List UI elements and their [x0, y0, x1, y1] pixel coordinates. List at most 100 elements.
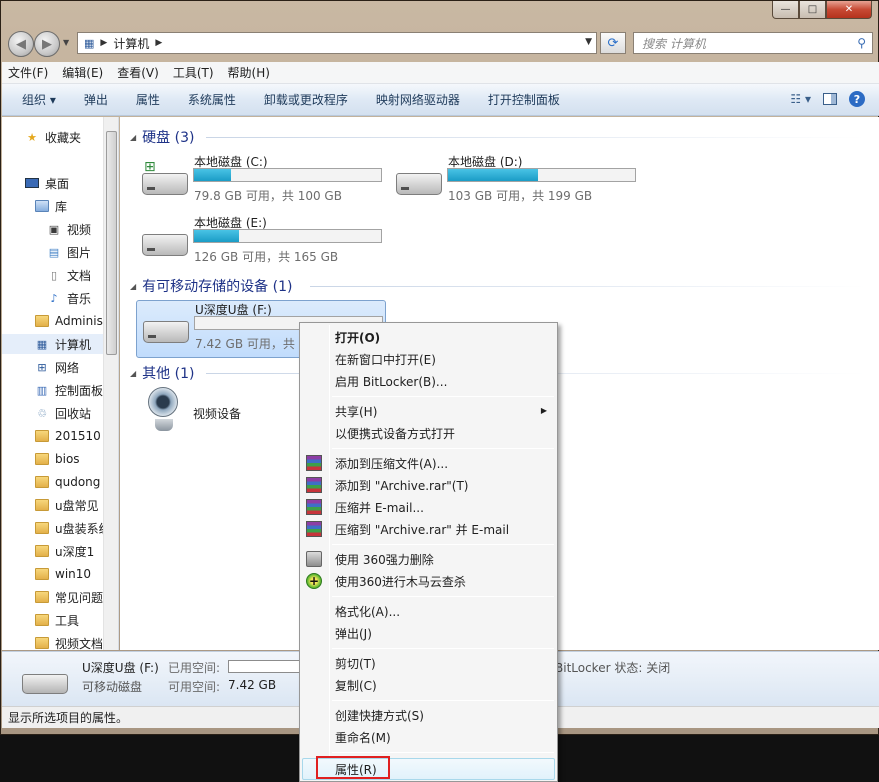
sidebar-item-folder[interactable]: 视频文档	[34, 633, 103, 650]
menu-view[interactable]: 查看(V)	[117, 64, 159, 81]
back-button[interactable]: ◀	[8, 31, 34, 57]
sidebar-item-network[interactable]: ⊞ 网络	[34, 357, 79, 377]
sidebar-item-folder[interactable]: 工具	[34, 610, 79, 630]
sidebar-item-documents[interactable]: ▯ 文档	[46, 265, 91, 285]
close-button[interactable]: ✕	[826, 1, 872, 19]
details-used-label: 已用空间:	[168, 661, 221, 675]
sidebar-item-folder[interactable]: 常见问题	[34, 587, 103, 607]
drive-c[interactable]: ⊞ 本地磁盘 (C:) 79.8 GB 可用，共 100 GB	[136, 153, 386, 211]
menu-item-copy[interactable]: 复制(C)	[335, 674, 377, 696]
details-bitlocker: BitLocker 状态: 关闭	[555, 661, 671, 675]
organize-button[interactable]: 组织 ▾	[22, 91, 56, 108]
help-icon[interactable]: ?	[849, 91, 865, 107]
sidebar-item-music[interactable]: ♪ 音乐	[46, 288, 91, 308]
sidebar-item-folder[interactable]: 201510	[34, 426, 101, 446]
menu-tools[interactable]: 工具(T)	[173, 64, 214, 81]
menu-item-open[interactable]: 打开(O)	[335, 326, 380, 348]
menu-item-open-new-window[interactable]: 在新窗口中打开(E)	[335, 348, 436, 370]
menu-item-share[interactable]: 共享(H)	[335, 400, 545, 422]
drive-e[interactable]: 本地磁盘 (E:) 126 GB 可用，共 165 GB	[136, 214, 386, 272]
menu-item-cut[interactable]: 剪切(T)	[335, 652, 376, 674]
forward-button[interactable]: ▶	[34, 31, 60, 57]
sidebar-item-favorites[interactable]: ★ 收藏夹	[24, 127, 81, 147]
address-dropdown-icon[interactable]: ▼	[585, 37, 592, 47]
menu-help[interactable]: 帮助(H)	[228, 64, 270, 81]
collapse-triangle-icon[interactable]: ◢	[130, 282, 136, 291]
menu-item-enable-bitlocker[interactable]: 启用 BitLocker(B)...	[335, 370, 447, 392]
video-device-label[interactable]: 视频设备	[193, 405, 241, 422]
maximize-button[interactable]: □	[799, 1, 826, 19]
sidebar-item-desktop[interactable]: 桌面	[24, 173, 69, 193]
submenu-arrow-icon: ▶	[540, 406, 547, 415]
drive-info: 126 GB 可用，共 165 GB	[194, 250, 339, 264]
breadcrumb-separator-icon[interactable]: ▶	[155, 38, 162, 48]
sidebar-item-folder[interactable]: bios	[34, 449, 80, 469]
recent-pages-dropdown[interactable]: ▼	[63, 38, 69, 47]
menu-item-create-shortcut[interactable]: 创建快捷方式(S)	[335, 704, 424, 726]
document-icon: ▯	[50, 268, 58, 282]
group-header-other[interactable]: ◢ 其他 (1)	[130, 363, 194, 383]
address-bar[interactable]: ▦ ▶ 计算机 ▶ ▼	[77, 32, 597, 54]
sidebar-item-control-panel[interactable]: ▥ 控制面板	[34, 380, 103, 400]
change-view-icon[interactable]: ☷ ▾	[790, 92, 811, 106]
sidebar-item-recycle-bin[interactable]: ♲ 回收站	[34, 403, 91, 423]
winrar-icon	[306, 521, 322, 537]
group-header-hdd[interactable]: ◢ 硬盘 (3)	[130, 127, 194, 147]
menu-item-format[interactable]: 格式化(A)...	[335, 600, 400, 622]
sidebar-item-folder[interactable]: qudong	[34, 472, 100, 492]
collapse-triangle-icon[interactable]: ◢	[130, 133, 136, 142]
menu-item-360-force-delete[interactable]: 使用 360强力删除	[335, 548, 434, 570]
sidebar-item-computer[interactable]: ▦ 计算机	[2, 334, 103, 354]
sidebar-item-video[interactable]: ▣ 视频	[46, 219, 91, 239]
search-icon[interactable]: ⚲	[857, 36, 866, 50]
user-folder-icon	[34, 313, 50, 329]
scrollbar-thumb[interactable]	[106, 131, 117, 355]
minimize-button[interactable]: —	[772, 1, 799, 19]
search-input[interactable]: 搜索 计算机 ⚲	[633, 32, 873, 54]
menu-item-rename[interactable]: 重命名(M)	[335, 726, 391, 748]
sidebar-item-library[interactable]: 库	[34, 196, 67, 216]
preview-pane-icon[interactable]	[823, 93, 837, 105]
drive-usage-bar	[193, 229, 382, 243]
breadcrumb-computer[interactable]: 计算机	[113, 35, 149, 52]
collapse-triangle-icon[interactable]: ◢	[130, 369, 136, 378]
drive-d[interactable]: 本地磁盘 (D:) 103 GB 可用，共 199 GB	[390, 153, 640, 211]
menu-item-360-trojan-scan[interactable]: 使用360进行木马云查杀	[335, 570, 466, 592]
sidebar-item-folder[interactable]: u深度1	[34, 541, 94, 561]
webcam-icon[interactable]	[148, 387, 180, 433]
sidebar-item-label: 音乐	[67, 291, 92, 306]
hard-disk-icon	[142, 173, 188, 195]
menu-item-open-portable[interactable]: 以便携式设备方式打开	[335, 422, 455, 444]
hard-disk-icon	[142, 234, 188, 256]
sidebar-item-administrator[interactable]: Adminis	[34, 311, 103, 331]
uninstall-program-button[interactable]: 卸载或更改程序	[264, 91, 348, 108]
menu-item-eject[interactable]: 弹出(J)	[335, 622, 372, 644]
breadcrumb-separator-icon[interactable]: ▶	[100, 38, 107, 48]
sidebar-item-pictures[interactable]: ▤ 图片	[46, 242, 91, 262]
sidebar-item-label: 工具	[55, 613, 80, 628]
title-bar[interactable]: — □ ✕	[1, 1, 878, 29]
folder-icon	[34, 612, 50, 628]
menu-item-add-to-archive[interactable]: 添加到压缩文件(A)...	[335, 452, 448, 474]
menu-edit[interactable]: 编辑(E)	[62, 64, 103, 81]
open-control-panel-button[interactable]: 打开控制面板	[488, 91, 560, 108]
sidebar-item-label: u盘常见	[55, 498, 99, 513]
sidebar-item-folder[interactable]: win10	[34, 564, 91, 584]
refresh-button[interactable]: ⟳	[600, 32, 626, 54]
star-icon: ★	[27, 130, 37, 144]
system-properties-button[interactable]: 系统属性	[188, 91, 236, 108]
shredder-icon	[306, 551, 322, 567]
group-header-removable[interactable]: ◢ 有可移动存储的设备 (1)	[130, 276, 292, 296]
sidebar-item-folder[interactable]: u盘装系统	[34, 518, 111, 538]
eject-button[interactable]: 弹出	[84, 91, 108, 108]
network-icon: ⊞	[37, 360, 47, 374]
sidebar-item-folder[interactable]: u盘常见	[34, 495, 99, 515]
properties-button[interactable]: 属性	[136, 91, 160, 108]
sidebar-scrollbar[interactable]	[103, 117, 118, 650]
menu-item-compress-rar-email[interactable]: 压缩到 "Archive.rar" 并 E-mail	[335, 518, 509, 540]
menu-file[interactable]: 文件(F)	[8, 64, 48, 81]
menu-item-compress-email[interactable]: 压缩并 E-mail...	[335, 496, 424, 518]
computer-icon: ▦	[84, 36, 95, 50]
map-network-drive-button[interactable]: 映射网络驱动器	[376, 91, 460, 108]
menu-item-add-to-archive-rar[interactable]: 添加到 "Archive.rar"(T)	[335, 474, 468, 496]
